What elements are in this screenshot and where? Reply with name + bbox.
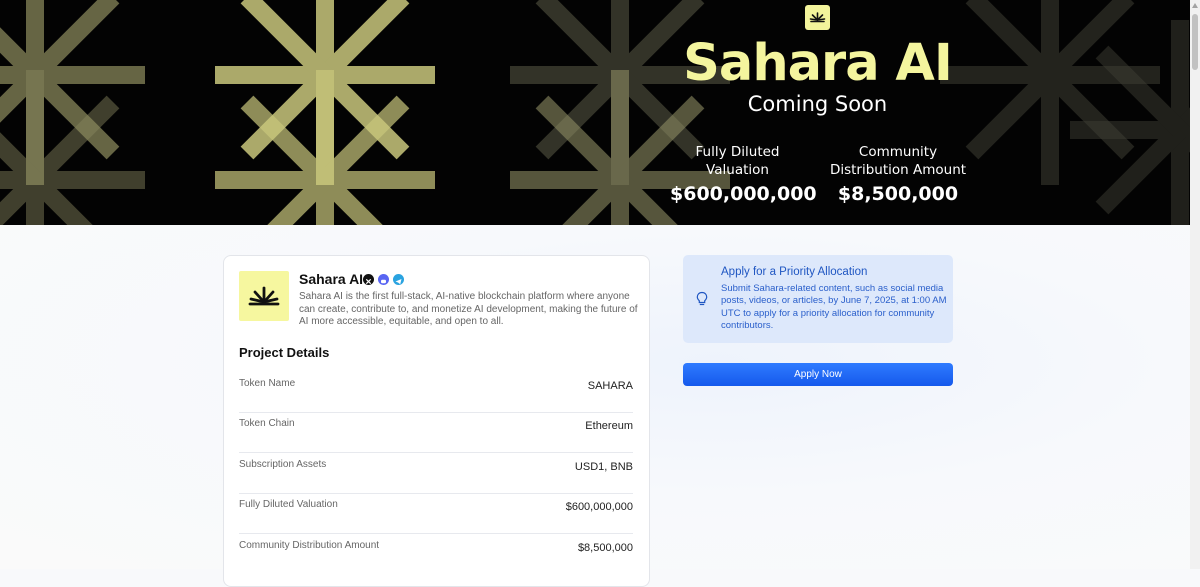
hero-title: Sahara AI: [683, 34, 953, 93]
decorative-burst-icon: [0, 0, 1190, 225]
detail-value: Ethereum: [585, 420, 633, 432]
page-scrollbar[interactable]: [1190, 0, 1200, 569]
project-logo-icon: [239, 271, 289, 321]
stat-distribution-value: $8,500,000: [837, 183, 959, 205]
stat-distribution-label: Community Distribution Amount: [829, 144, 967, 178]
project-card: Sahara AI Sahara AI is the first full-st…: [223, 255, 650, 587]
hero-subtitle: Coming Soon: [747, 92, 888, 116]
scroll-thumb[interactable]: [1192, 14, 1198, 70]
lightbulb-icon: [696, 291, 708, 306]
priority-allocation-notice: Apply for a Priority Allocation Submit S…: [683, 255, 953, 343]
detail-row-fdv: Fully Diluted Valuation $600,000,000: [239, 493, 633, 534]
x-icon[interactable]: [363, 274, 374, 285]
telegram-icon[interactable]: [393, 274, 404, 285]
hero-content: Sahara AI Coming Soon Fully Diluted Valu…: [650, 0, 985, 225]
scroll-up-arrow-icon[interactable]: [1192, 3, 1198, 8]
detail-value: $600,000,000: [565, 501, 633, 513]
project-description: Sahara AI is the first full-stack, AI-na…: [299, 291, 638, 327]
discord-icon[interactable]: [378, 274, 389, 285]
stat-fdv-value: $600,000,000: [670, 183, 817, 205]
detail-value: USD1, BNB: [574, 461, 633, 473]
detail-row-community-distribution: Community Distribution Amount $8,500,000: [239, 534, 633, 574]
detail-label: Fully Diluted Valuation: [239, 499, 338, 510]
apply-now-button[interactable]: Apply Now: [683, 363, 953, 386]
sahara-logo-icon: [805, 5, 830, 30]
stat-fdv-label: Fully Diluted Valuation: [695, 144, 780, 178]
detail-row-token-chain: Token Chain Ethereum: [239, 412, 633, 453]
hero-banner: Sahara AI Coming Soon Fully Diluted Valu…: [0, 0, 1190, 225]
priority-body: Submit Sahara-related content, such as s…: [721, 283, 947, 331]
priority-title: Apply for a Priority Allocation: [721, 266, 868, 278]
detail-label: Token Name: [239, 378, 296, 389]
detail-value: SAHARA: [587, 380, 633, 392]
detail-value: $8,500,000: [577, 542, 633, 554]
detail-label: Community Distribution Amount: [239, 540, 380, 551]
detail-label: Subscription Assets: [239, 459, 327, 470]
detail-row-subscription-assets: Subscription Assets USD1, BNB: [239, 453, 633, 494]
detail-row-token-name: Token Name SAHARA: [239, 372, 633, 413]
project-name: Sahara AI: [299, 271, 364, 287]
detail-label: Token Chain: [239, 418, 295, 429]
project-details-title: Project Details: [239, 345, 330, 360]
